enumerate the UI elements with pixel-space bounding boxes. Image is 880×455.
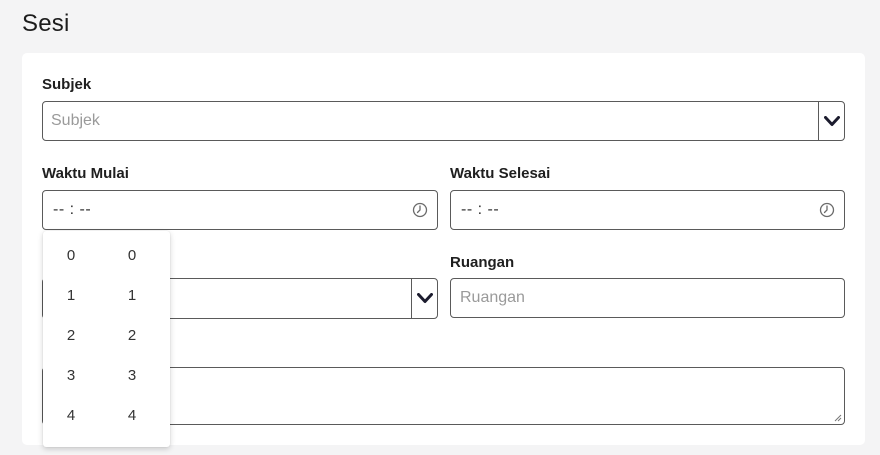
ruangan-placeholder: Ruangan: [460, 289, 525, 306]
minute-option[interactable]: 2: [107, 311, 157, 351]
hidden-select-dropdown-button[interactable]: [411, 279, 437, 318]
subjek-dropdown-button[interactable]: [818, 102, 844, 140]
hour-option[interactable]: 4: [46, 391, 96, 431]
hour-option[interactable]: 1: [46, 271, 96, 311]
minute-option[interactable]: 3: [107, 351, 157, 391]
time-picker-dropdown: 0 1 2 3 4 0 1 2 3 4: [43, 231, 170, 447]
minute-option[interactable]: 1: [107, 271, 157, 311]
minute-option[interactable]: 0: [107, 231, 157, 271]
waktu-mulai-value: -- : --: [53, 201, 92, 218]
waktu-selesai-value: -- : --: [461, 201, 500, 218]
subjek-placeholder: Subjek: [51, 112, 100, 129]
chevron-down-icon: [416, 293, 433, 303]
page-title: Sesi: [22, 10, 70, 37]
ruangan-input[interactable]: Ruangan: [450, 278, 845, 318]
chevron-down-icon: [823, 115, 840, 126]
waktu-mulai-input[interactable]: -- : --: [42, 190, 438, 230]
waktu-selesai-label: Waktu Selesai: [450, 165, 551, 182]
clock-icon[interactable]: [819, 202, 835, 218]
resize-handle-icon[interactable]: [833, 413, 842, 422]
subjek-select[interactable]: Subjek: [42, 101, 845, 141]
hour-option[interactable]: 2: [46, 311, 96, 351]
ruangan-label: Ruangan: [450, 254, 515, 271]
minute-column: 0 1 2 3 4: [107, 231, 157, 431]
hour-column: 0 1 2 3 4: [46, 231, 96, 431]
minute-option[interactable]: 4: [107, 391, 157, 431]
waktu-selesai-input[interactable]: -- : --: [450, 190, 845, 230]
waktu-mulai-label: Waktu Mulai: [42, 165, 129, 182]
hour-option[interactable]: 3: [46, 351, 96, 391]
hour-option[interactable]: 0: [46, 231, 96, 271]
clock-icon[interactable]: [412, 202, 428, 218]
subjek-label: Subjek: [42, 76, 92, 93]
